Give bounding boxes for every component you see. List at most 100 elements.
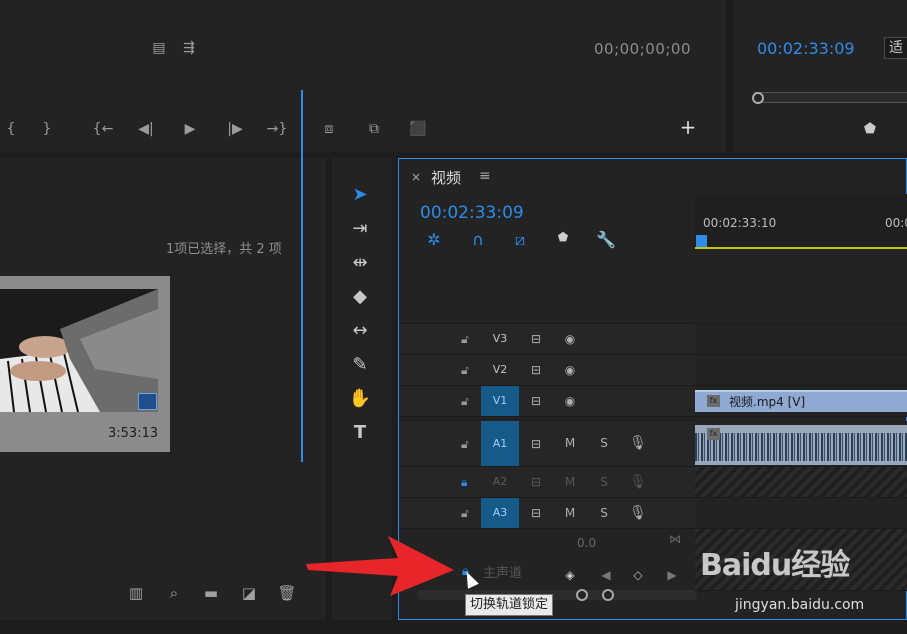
track-v2[interactable]: 🔓︎ V2 ⊟ ◉ — [399, 355, 695, 386]
razor-tool-icon[interactable]: ◆ — [346, 284, 374, 310]
eye-icon[interactable]: ◉ — [561, 363, 579, 377]
pen-tool-icon[interactable]: ✎ — [346, 352, 374, 378]
track-a1[interactable]: 🔓︎ A1 ⊟ M S 🎙︎ — [399, 421, 695, 467]
sync-lock-icon[interactable]: ⊟ — [527, 363, 545, 377]
playhead-line[interactable] — [301, 90, 303, 462]
program-timecode[interactable]: 00:02:33:09 — [757, 39, 855, 58]
ripple-edit-tool-icon[interactable]: ⇹ — [346, 250, 374, 276]
microphone-icon[interactable]: 🎙︎ — [629, 474, 647, 490]
time-ruler[interactable]: 00:02:33:10 00:0 — [695, 194, 907, 249]
drag-audio-icon[interactable]: ⇶ — [178, 39, 200, 57]
microphone-icon[interactable]: 🎙︎ — [629, 435, 647, 451]
sync-lock-icon[interactable]: ⊟ — [527, 394, 545, 408]
clip-thumbnail[interactable] — [0, 289, 158, 412]
go-to-out-icon[interactable]: →} — [266, 120, 288, 138]
track-lane-a2[interactable] — [695, 467, 907, 498]
track-name-v1[interactable]: V1 — [481, 386, 519, 416]
project-panel: 1项已选择，共 2 项 3:53:13 ▥ ⌕ ▬ ◪ 🗑 — [0, 158, 326, 620]
audio-clip[interactable]: fx — [695, 425, 907, 465]
export-frame-icon[interactable]: ⬛ — [407, 120, 429, 138]
solo-button[interactable]: S — [595, 475, 613, 489]
zoom-scroll-left-handle[interactable] — [576, 589, 588, 601]
sync-lock-icon[interactable]: ⊟ — [527, 475, 545, 489]
track-lane-v2[interactable] — [695, 355, 907, 386]
solo-button[interactable]: S — [595, 506, 613, 520]
clip-duration: 3:53:13 — [108, 426, 159, 441]
track-a3[interactable]: 🔓︎ A3 ⊟ M S 🎙︎ — [399, 498, 695, 529]
linked-selection-icon[interactable]: ⧄ — [509, 230, 531, 250]
master-volume-value[interactable]: 0.0 — [577, 536, 596, 550]
playhead-handle[interactable] — [696, 235, 707, 247]
insert-icon[interactable]: ⧈ — [318, 120, 340, 138]
next-keyframe-icon[interactable]: ▶ — [663, 568, 681, 582]
bowtie-icon[interactable]: ⋈ — [669, 532, 681, 546]
mute-button[interactable]: M — [561, 506, 579, 520]
overwrite-icon[interactable]: ⧉ — [363, 120, 385, 138]
sync-lock-icon[interactable]: ⊟ — [527, 506, 545, 520]
solo-button[interactable]: S — [595, 436, 613, 450]
timeline-zoom-scrollbar[interactable] — [417, 590, 697, 600]
keyframe-icon[interactable]: ◈ — [561, 568, 579, 582]
close-icon[interactable]: × — [411, 170, 421, 184]
play-icon[interactable]: ▶ — [179, 120, 201, 138]
lock-icon[interactable]: 🔓︎ — [461, 332, 469, 347]
marker-icon[interactable]: ⬟ — [859, 120, 881, 138]
track-lane-v3[interactable] — [695, 324, 907, 355]
zoom-scroll-right-handle[interactable] — [602, 589, 614, 601]
go-to-in-icon[interactable]: {← — [92, 120, 114, 138]
sync-lock-icon[interactable]: ⊟ — [527, 437, 545, 451]
track-v3[interactable]: 🔓︎ V3 ⊟ ◉ — [399, 324, 695, 355]
selection-tool-icon[interactable]: ➤ — [346, 182, 374, 208]
mute-button[interactable]: M — [561, 436, 579, 450]
eye-icon[interactable]: ◉ — [561, 394, 579, 408]
track-name-a3[interactable]: A3 — [481, 498, 519, 528]
panel-menu-icon[interactable]: ≡ — [479, 168, 491, 184]
export-icon[interactable]: ▤ — [148, 39, 170, 57]
slip-tool-icon[interactable]: ↔ — [346, 318, 374, 344]
add-keyframe-icon[interactable]: ◇ — [629, 568, 647, 582]
add-marker-icon[interactable]: ⬟ — [552, 230, 574, 244]
step-forward-icon[interactable]: |▶ — [224, 120, 246, 138]
source-timecode[interactable]: 00;00;00;00 — [594, 40, 691, 58]
new-bin-icon[interactable]: ▬ — [201, 584, 221, 602]
program-scrub-bar[interactable] — [754, 92, 907, 103]
track-name-a1[interactable]: A1 — [481, 421, 519, 466]
sync-lock-icon[interactable]: ⊟ — [527, 332, 545, 346]
mute-button[interactable]: M — [561, 475, 579, 489]
source-monitor: ▤ ⇶ 00;00;00;00 { } {← ◀| ▶ |▶ →} ⧈ ⧉ ⬛ … — [0, 0, 726, 152]
track-select-tool-icon[interactable]: ⇥ — [346, 216, 374, 242]
lock-icon[interactable]: 🔓︎ — [461, 506, 469, 521]
track-name-a2[interactable]: A2 — [481, 467, 519, 497]
program-scrub-knob[interactable] — [752, 92, 764, 104]
track-v1[interactable]: 🔓︎ V1 ⊟ ◉ — [399, 386, 695, 417]
sequence-tab-title[interactable]: 视频 — [431, 167, 461, 188]
nest-icon[interactable]: ✲ — [423, 230, 445, 249]
track-name-v3[interactable]: V3 — [481, 324, 519, 354]
track-lane-a3[interactable] — [695, 498, 907, 529]
find-icon[interactable]: ⌕ — [164, 584, 184, 602]
step-back-icon[interactable]: ◀| — [135, 120, 157, 138]
lock-icon[interactable]: 🔒︎ — [461, 475, 467, 490]
fit-select[interactable]: 适 — [884, 37, 907, 59]
mark-out-icon[interactable]: } — [36, 120, 58, 138]
prev-keyframe-icon[interactable]: ◀ — [597, 568, 615, 582]
timeline-timecode[interactable]: 00:02:33:09 — [420, 203, 524, 223]
settings-wrench-icon[interactable]: 🔧 — [595, 230, 617, 249]
add-button-icon[interactable]: + — [677, 117, 699, 137]
lock-icon[interactable]: 🔓︎ — [461, 437, 469, 452]
type-tool-icon[interactable]: T — [346, 420, 374, 446]
track-a2[interactable]: 🔒︎ A2 ⊟ M S 🎙︎ — [399, 467, 695, 498]
automate-icon[interactable]: ▥ — [126, 584, 146, 602]
lock-icon[interactable]: 🔓︎ — [461, 394, 469, 409]
fx-badge-icon: fx — [707, 395, 720, 407]
hand-tool-icon[interactable]: ✋ — [346, 386, 374, 412]
video-clip[interactable]: fx 视频.mp4 [V] — [695, 390, 907, 412]
mark-in-icon[interactable]: { — [0, 120, 22, 138]
new-item-icon[interactable]: ◪ — [239, 584, 259, 602]
track-name-v2[interactable]: V2 — [481, 355, 519, 385]
eye-icon[interactable]: ◉ — [561, 332, 579, 346]
microphone-icon[interactable]: 🎙︎ — [629, 505, 647, 521]
lock-icon[interactable]: 🔓︎ — [461, 363, 469, 378]
delete-icon[interactable]: 🗑 — [277, 584, 297, 602]
snap-icon[interactable]: ∩ — [467, 230, 489, 249]
